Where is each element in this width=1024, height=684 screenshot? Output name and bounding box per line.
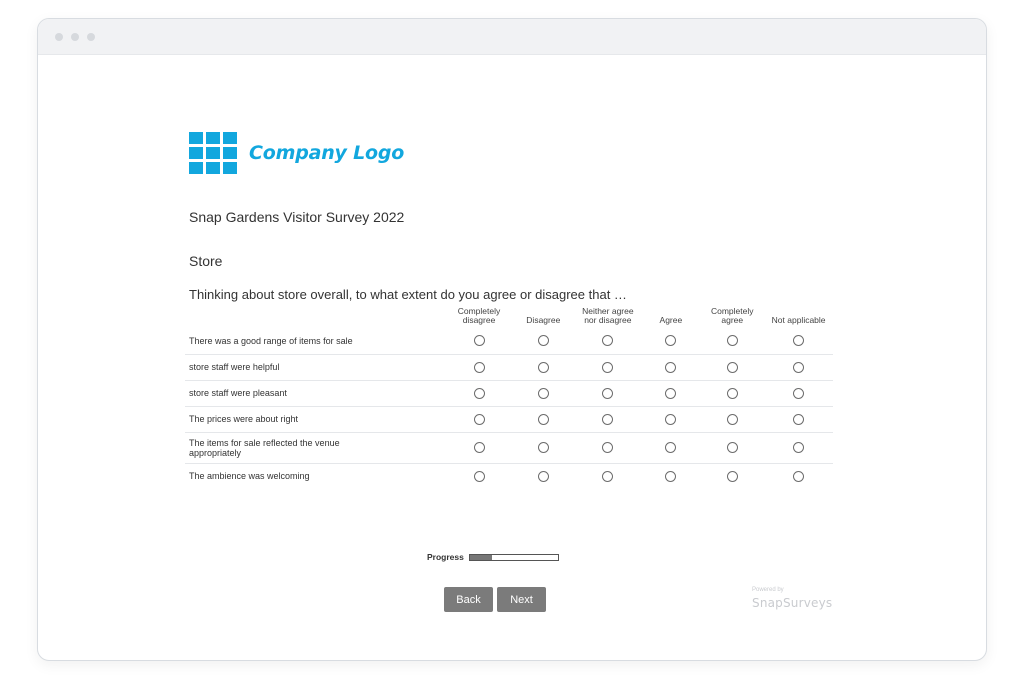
scale-header-3: Agree bbox=[659, 315, 683, 325]
radio-r0-agree[interactable] bbox=[665, 335, 677, 347]
radio-r1-completely-agree[interactable] bbox=[726, 361, 738, 373]
window-dot-minimize[interactable] bbox=[71, 33, 79, 41]
radio-r5-agree[interactable] bbox=[665, 470, 677, 482]
progress-label: Progress bbox=[427, 552, 464, 562]
progress-bar bbox=[468, 553, 559, 561]
radio-r2-disagree[interactable] bbox=[537, 387, 549, 399]
radio-r5-completely-agree[interactable] bbox=[726, 470, 738, 482]
radio-r3-disagree[interactable] bbox=[537, 413, 549, 425]
radio-r2-not-applicable[interactable] bbox=[793, 387, 805, 399]
statement-row-0: There was a good range of items for sale bbox=[185, 328, 833, 355]
radio-r1-neither[interactable] bbox=[602, 361, 614, 373]
radio-r5-neither[interactable] bbox=[602, 470, 614, 482]
scale-header-4: Completely agree bbox=[710, 306, 754, 325]
statement-label: store staff were helpful bbox=[185, 354, 446, 381]
logo-grid-icon bbox=[189, 132, 237, 174]
statement-label: store staff were pleasant bbox=[185, 380, 446, 407]
survey-page: Company Logo Snap Gardens Visitor Survey… bbox=[38, 55, 986, 660]
window-dot-maximize[interactable] bbox=[87, 33, 95, 41]
radio-r4-neither[interactable] bbox=[602, 442, 614, 454]
radio-r0-not-applicable[interactable] bbox=[793, 335, 805, 347]
snap-surveys-brand: SnapSurveys bbox=[752, 596, 833, 610]
browser-window: Company Logo Snap Gardens Visitor Survey… bbox=[37, 18, 987, 661]
radio-r1-disagree[interactable] bbox=[537, 361, 549, 373]
radio-r0-completely-agree[interactable] bbox=[726, 335, 738, 347]
radio-r0-neither[interactable] bbox=[602, 335, 614, 347]
radio-r0-completely-disagree[interactable] bbox=[473, 335, 485, 347]
radio-r5-completely-disagree[interactable] bbox=[473, 470, 485, 482]
question-text: Thinking about store overall, to what ex… bbox=[189, 287, 627, 302]
statement-label: The ambience was welcoming bbox=[189, 471, 310, 482]
progress-bar-fill bbox=[469, 554, 492, 560]
radio-r4-disagree[interactable] bbox=[537, 442, 549, 454]
radio-r0-disagree[interactable] bbox=[537, 335, 549, 347]
radio-r5-disagree[interactable] bbox=[537, 470, 549, 482]
section-title: Store bbox=[189, 253, 223, 269]
title-bar bbox=[38, 19, 986, 55]
logo-text: Company Logo bbox=[249, 142, 405, 164]
statement-label: The items for sale reflected the venue a… bbox=[185, 432, 446, 464]
statement-label: There was a good range of items for sale bbox=[185, 328, 446, 355]
back-button[interactable]: Back bbox=[444, 587, 493, 612]
window-dot-close[interactable] bbox=[55, 33, 63, 41]
scale-header-0: Completely disagree bbox=[457, 306, 501, 325]
statement-header bbox=[185, 307, 446, 328]
statement-row-5: The ambience was welcoming bbox=[185, 463, 833, 489]
radio-r1-agree[interactable] bbox=[665, 361, 677, 373]
radio-r4-not-applicable[interactable] bbox=[793, 442, 805, 454]
statement-row-3: The prices were about right bbox=[185, 406, 833, 433]
statement-row-1: store staff were helpful bbox=[185, 354, 833, 381]
scale-header-5: Not applicable bbox=[771, 315, 826, 325]
radio-r4-agree[interactable] bbox=[665, 442, 677, 454]
powered-by-logo[interactable]: Powered by SnapSurveys bbox=[752, 587, 832, 611]
powered-by-text: Powered by bbox=[752, 587, 784, 593]
radio-r4-completely-agree[interactable] bbox=[726, 442, 738, 454]
radio-r4-completely-disagree[interactable] bbox=[473, 442, 485, 454]
radio-r5-not-applicable[interactable] bbox=[793, 470, 805, 482]
statement-row-2: store staff were pleasant bbox=[185, 380, 833, 407]
survey-title: Snap Gardens Visitor Survey 2022 bbox=[189, 209, 405, 225]
radio-r3-not-applicable[interactable] bbox=[793, 413, 805, 425]
scale-header-2: Neither agree nor disagree bbox=[582, 306, 634, 325]
scale-header-row: Completely disagree Disagree Neither agre… bbox=[185, 307, 833, 328]
radio-r2-neither[interactable] bbox=[602, 387, 614, 399]
scale-header-1: Disagree bbox=[526, 315, 561, 325]
statement-row-4: The items for sale reflected the venue a… bbox=[185, 432, 833, 464]
radio-r1-completely-disagree[interactable] bbox=[473, 361, 485, 373]
radio-r3-agree[interactable] bbox=[665, 413, 677, 425]
radio-r2-completely-disagree[interactable] bbox=[473, 387, 485, 399]
radio-r3-completely-agree[interactable] bbox=[726, 413, 738, 425]
radio-r2-agree[interactable] bbox=[665, 387, 677, 399]
company-logo: Company Logo bbox=[189, 132, 404, 174]
radio-r3-neither[interactable] bbox=[602, 413, 614, 425]
radio-r2-completely-agree[interactable] bbox=[726, 387, 738, 399]
radio-r3-completely-disagree[interactable] bbox=[473, 413, 485, 425]
progress-indicator: Progress bbox=[427, 552, 559, 562]
next-button[interactable]: Next bbox=[497, 587, 546, 612]
likert-grid: Completely disagree Disagree Neither agre… bbox=[185, 307, 833, 489]
statement-label: The prices were about right bbox=[185, 406, 446, 433]
radio-r1-not-applicable[interactable] bbox=[793, 361, 805, 373]
